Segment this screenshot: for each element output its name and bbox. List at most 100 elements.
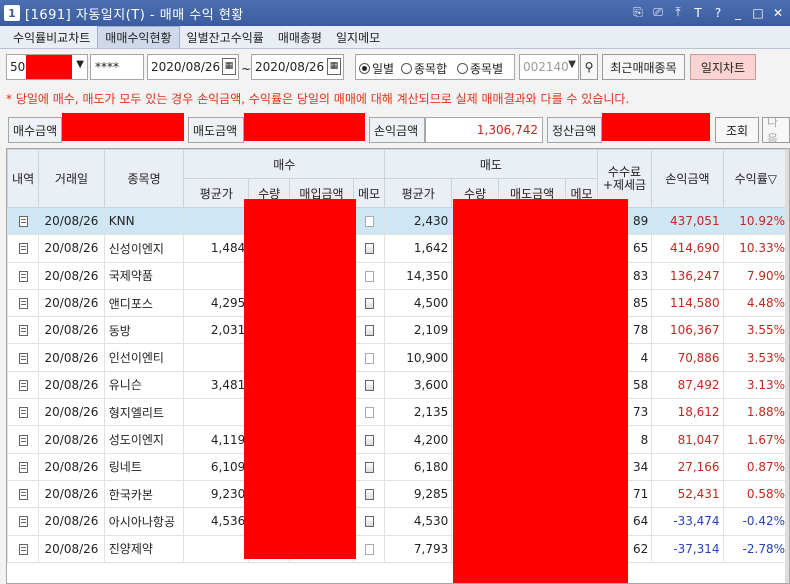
memo-icon[interactable] [364, 325, 374, 337]
buy-memo[interactable] [352, 288, 386, 318]
header-profit[interactable]: 손익금액 [651, 149, 724, 208]
password-field[interactable]: **** [90, 54, 144, 80]
date-to-field[interactable]: 2020/08/26 ▦ [251, 54, 344, 80]
help-icon[interactable]: ? [710, 4, 726, 21]
chevron-down-icon[interactable]: ▼ [76, 59, 84, 70]
header-date[interactable]: 거래일 [38, 149, 105, 208]
detail-doc-icon[interactable] [18, 325, 28, 337]
buy-memo[interactable] [352, 206, 386, 236]
table-row[interactable]: 20/08/26 유니슨 3,481 3,600 58 87,492 3.13% [7, 370, 789, 400]
detail-doc-icon[interactable] [18, 516, 28, 528]
chevron-down-icon[interactable]: ▼ [568, 59, 576, 70]
detail-cell[interactable] [7, 370, 40, 400]
date-from-field[interactable]: 2020/08/26 ▦ [147, 54, 239, 80]
detail-doc-icon[interactable] [18, 434, 28, 446]
memo-icon[interactable] [364, 352, 374, 364]
table-row[interactable]: 20/08/26 신성이엔지 1,484 1,642 65 414,690 10.33% [7, 234, 789, 263]
account-select[interactable]: 50 ▼ [6, 54, 88, 80]
font-icon[interactable]: T [690, 4, 706, 21]
search-icon[interactable]: ⚲ [580, 54, 598, 80]
detail-doc-icon[interactable] [18, 298, 28, 310]
header-return-rate[interactable]: 수익률▽ [722, 149, 789, 208]
vertical-scrollbar[interactable] [785, 149, 789, 583]
radio-dot-icon[interactable] [457, 63, 468, 74]
pin-icon[interactable]: ⤒ [670, 4, 686, 21]
detail-cell[interactable] [7, 261, 40, 290]
tab-trade-profit-status[interactable]: 매매수익현황 [97, 26, 180, 48]
memo-icon[interactable] [364, 434, 374, 446]
buy-memo[interactable] [352, 452, 386, 481]
radio-stock-sum[interactable]: 종목합 [401, 60, 447, 77]
detail-cell[interactable] [7, 316, 40, 345]
memo-icon[interactable] [364, 516, 374, 528]
minimize-icon[interactable]: _ [730, 4, 746, 21]
link-icon[interactable]: ⎘ [630, 4, 646, 21]
detail-cell[interactable] [7, 452, 40, 481]
detail-doc-icon[interactable] [18, 543, 28, 555]
memo-icon[interactable] [364, 489, 374, 501]
restore-icon[interactable]: ⎚ [650, 4, 666, 21]
detail-cell[interactable] [7, 343, 40, 372]
radio-dot-icon[interactable] [359, 63, 370, 74]
buy-memo[interactable] [352, 507, 386, 536]
header-sell-avg[interactable]: 평균가 [384, 178, 453, 208]
radio-daily[interactable]: 일별 [359, 60, 394, 77]
buy-memo[interactable] [352, 425, 386, 454]
table-row[interactable]: 20/08/26 형지엘리트 2,135 73 18,612 1.88% [7, 398, 789, 427]
calendar-icon[interactable]: ▦ [222, 58, 236, 75]
buy-memo[interactable] [352, 343, 386, 372]
table-row[interactable]: 20/08/26 인선이엔티 10,900 4 70,886 3.53% [7, 343, 789, 372]
detail-cell[interactable] [7, 206, 40, 236]
detail-cell[interactable] [7, 234, 40, 263]
detail-doc-icon[interactable] [18, 379, 28, 391]
next-button[interactable]: 다음 [762, 117, 790, 143]
stock-code-input[interactable]: 002140 ▼ [519, 54, 579, 80]
detail-cell[interactable] [7, 288, 40, 318]
maximize-icon[interactable]: □ [750, 4, 766, 21]
memo-icon[interactable] [364, 543, 374, 555]
table-row[interactable]: 20/08/26 성도이엔지 4,119 4,200 8 81,047 1.67% [7, 425, 789, 454]
detail-doc-icon[interactable] [18, 461, 28, 473]
detail-cell[interactable] [7, 425, 40, 454]
journal-chart-button[interactable]: 일지차트 [690, 54, 756, 80]
recent-trade-stocks-button[interactable]: 최근매매종목 [602, 54, 685, 80]
tab-daily-balance-return[interactable]: 일별잔고수익률 [180, 26, 271, 48]
tab-profit-compare-chart[interactable]: 수익률비교차트 [6, 26, 97, 48]
buy-memo[interactable] [352, 479, 386, 509]
table-row[interactable]: 20/08/26 국제약품 14,350 83 136,247 7.90% [7, 261, 789, 290]
header-detail[interactable]: 내역 [7, 149, 40, 208]
header-stock-name[interactable]: 종목명 [103, 149, 185, 208]
detail-cell[interactable] [7, 398, 40, 427]
detail-doc-icon[interactable] [18, 407, 28, 419]
buy-memo[interactable] [352, 316, 386, 345]
table-row[interactable]: 20/08/26 KNN 2,430 89 437,051 10.92% [7, 206, 789, 236]
close-icon[interactable]: ✕ [770, 4, 786, 21]
header-buy-memo[interactable]: 메모 [352, 178, 386, 208]
buy-memo[interactable] [352, 534, 386, 563]
detail-doc-icon[interactable] [18, 216, 28, 228]
header-buy-avg[interactable]: 평균가 [183, 178, 250, 208]
tab-trade-review[interactable]: 매매총평 [271, 26, 329, 48]
table-row[interactable]: 20/08/26 동방 2,031 2,109 78 106,367 3.55% [7, 316, 789, 345]
table-row[interactable]: 20/08/26 진양제약 7,793 62 -37,314 -2.78% [7, 534, 789, 563]
calendar-icon[interactable]: ▦ [327, 58, 341, 75]
table-row[interactable]: 20/08/26 앤디포스 4,295 4,500 85 114,580 4.48% [7, 288, 789, 318]
tab-journal-memo[interactable]: 일지메모 [329, 26, 387, 48]
table-row[interactable]: 20/08/26 링네트 6,109 6,180 34 27,166 0.87% [7, 452, 789, 481]
memo-icon[interactable] [364, 243, 374, 255]
detail-cell[interactable] [7, 534, 40, 563]
table-row[interactable]: 20/08/26 한국카본 9,230 9,285 71 52,431 0.58% [7, 479, 789, 509]
memo-icon[interactable] [364, 379, 374, 391]
detail-doc-icon[interactable] [18, 270, 28, 282]
table-row[interactable]: 20/08/26 아시아나항공 4,536 4,530 64 -33,474 -0.42% [7, 507, 789, 536]
detail-doc-icon[interactable] [18, 489, 28, 501]
detail-cell[interactable] [7, 507, 40, 536]
buy-memo[interactable] [352, 234, 386, 263]
detail-doc-icon[interactable] [18, 243, 28, 255]
memo-icon[interactable] [364, 407, 374, 419]
query-button[interactable]: 조회 [715, 117, 759, 143]
memo-icon[interactable] [364, 461, 374, 473]
detail-cell[interactable] [7, 479, 40, 509]
memo-icon[interactable] [364, 298, 374, 310]
buy-memo[interactable] [352, 261, 386, 290]
